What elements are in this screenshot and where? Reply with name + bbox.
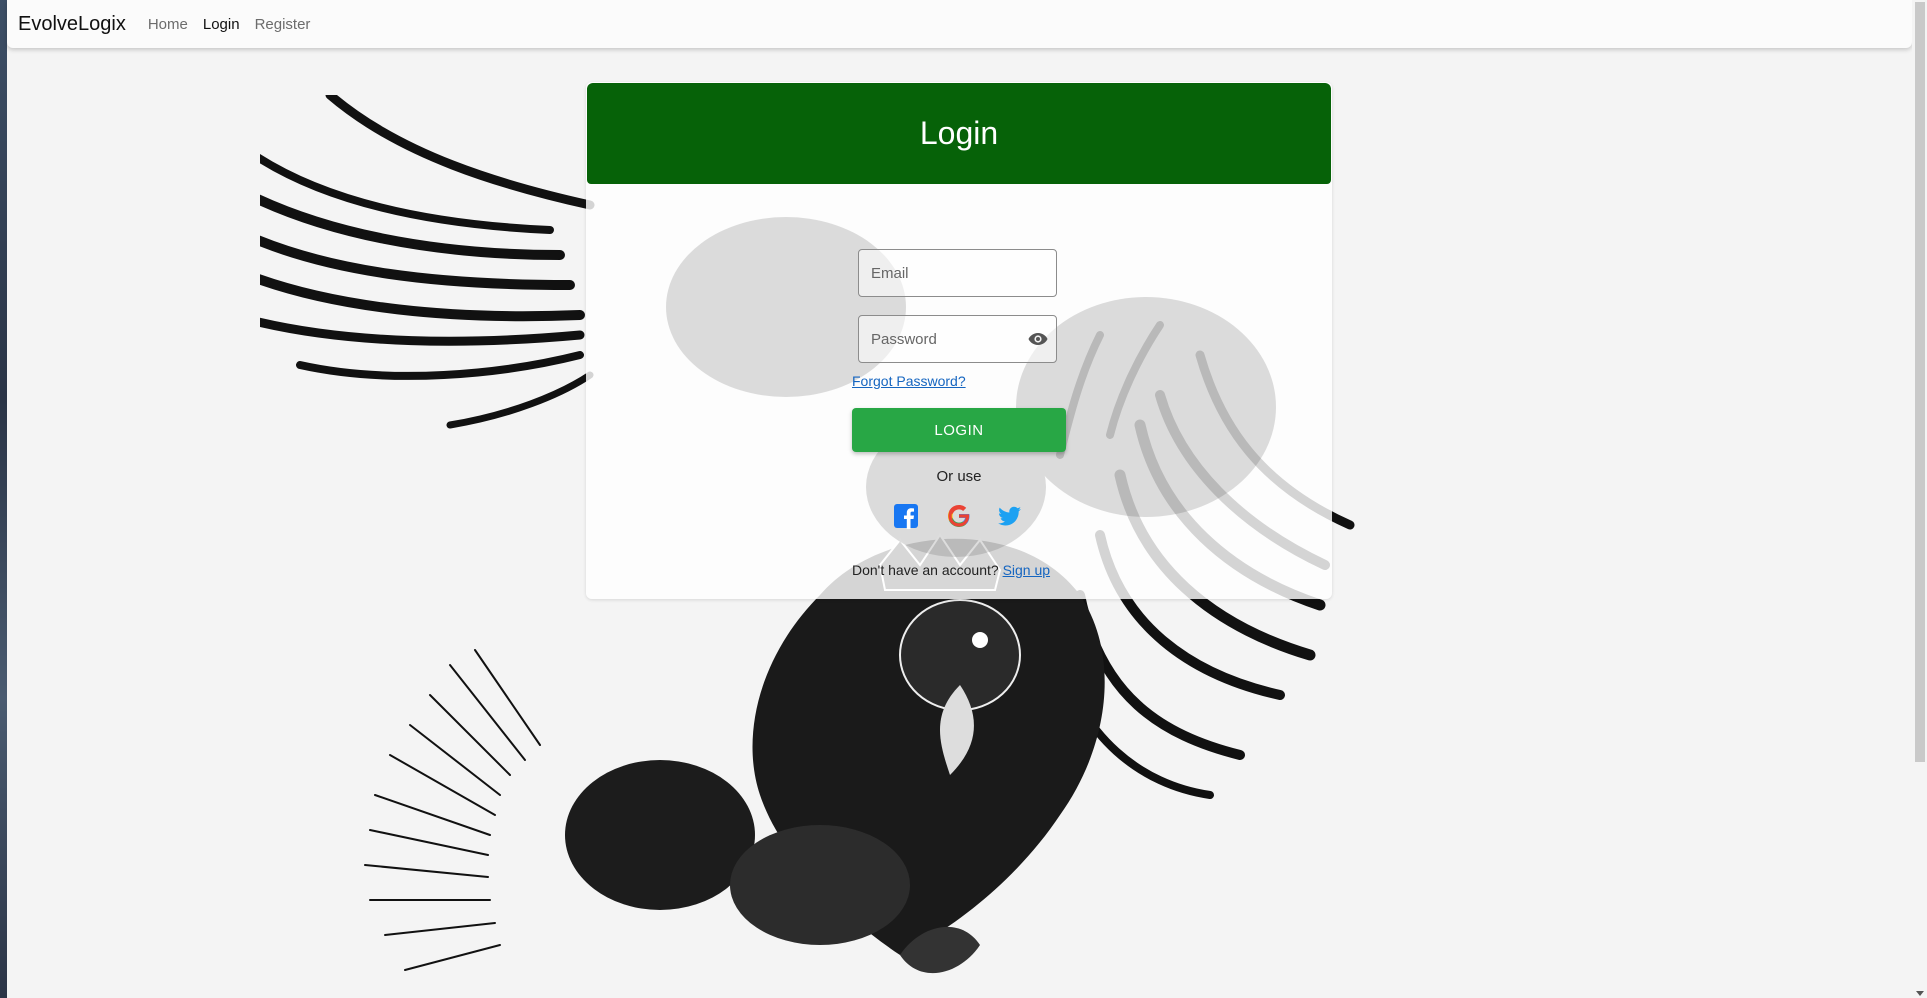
- scrollbar-thumb[interactable]: [1915, 2, 1925, 762]
- login-card: Login Forgot Password? LOGIN Or use Don'…: [586, 82, 1332, 599]
- google-icon[interactable]: [946, 503, 972, 529]
- brand-logo-text[interactable]: EvolveLogix: [18, 13, 126, 36]
- background-window-strip: [0, 0, 7, 998]
- nav-link-register[interactable]: Register: [255, 16, 311, 33]
- email-field[interactable]: [858, 249, 1057, 297]
- signup-prompt-text: Don't have an account?: [852, 562, 999, 578]
- scroll-down-arrow-icon[interactable]: [1916, 991, 1924, 996]
- twitter-icon[interactable]: [997, 503, 1023, 529]
- signup-prompt: Don't have an account? Sign up: [852, 562, 1050, 578]
- eye-icon[interactable]: [1028, 331, 1048, 347]
- nav-link-home[interactable]: Home: [148, 16, 188, 33]
- nav-link-login[interactable]: Login: [203, 16, 240, 33]
- login-button[interactable]: LOGIN: [852, 408, 1066, 452]
- card-header: Login: [587, 83, 1331, 184]
- scrollbar-track[interactable]: [1912, 0, 1927, 998]
- top-navbar: EvolveLogix Home Login Register: [7, 0, 1912, 48]
- forgot-password-link[interactable]: Forgot Password?: [852, 373, 966, 389]
- page-title: Login: [919, 115, 999, 151]
- signup-link[interactable]: Sign up: [1003, 562, 1050, 578]
- facebook-icon[interactable]: [893, 503, 919, 529]
- or-use-label: Or use: [936, 468, 982, 485]
